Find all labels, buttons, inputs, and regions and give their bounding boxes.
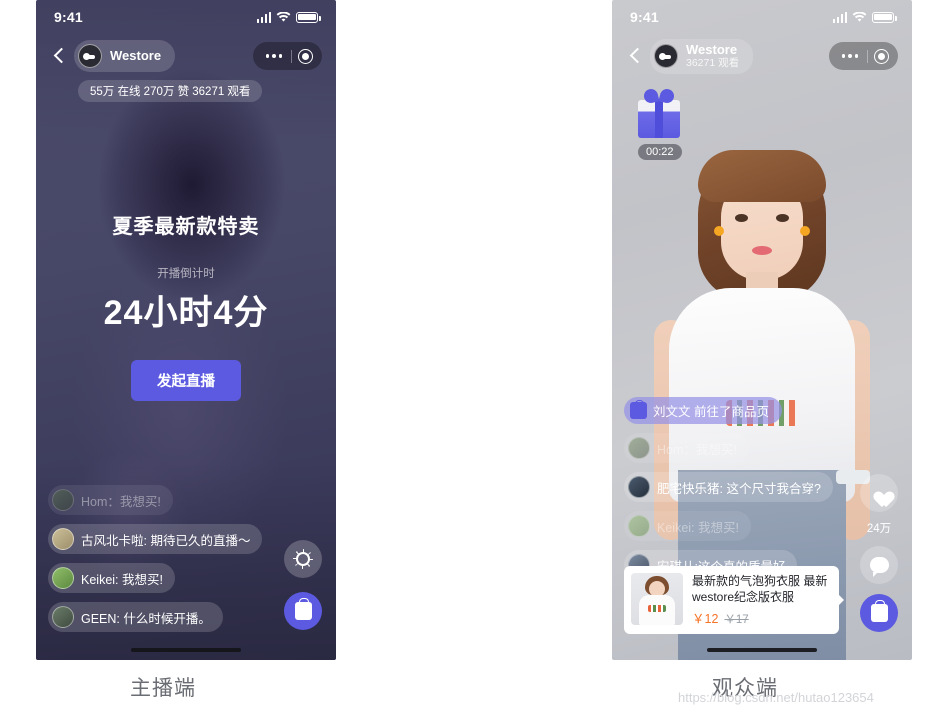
viewer-chat-list: 刘文文 前往了商品页 Hom：我想买! 肥宅快乐猪: 这个尺寸我合穿? Keik… (624, 397, 833, 580)
shopping-bag-icon (870, 600, 888, 622)
chat-text: 肥宅快乐猪: 这个尺寸我合穿? (657, 481, 821, 496)
countdown-value: 24小时4分 (103, 294, 269, 332)
host-action-rail (284, 540, 322, 630)
gift-box-icon (638, 100, 680, 138)
viewer-count: 36271 观看 (686, 57, 740, 70)
gift-bow-icon (644, 89, 674, 103)
back-chevron-icon[interactable] (50, 46, 70, 66)
gift-widget[interactable]: 00:22 (638, 100, 682, 160)
promo-title: 夏季最新款特卖 (112, 216, 260, 238)
host-top-actions (252, 42, 322, 70)
record-target-icon[interactable] (292, 43, 318, 69)
chat-text: 古风北卡啦: 期待已久的直播～ (81, 533, 251, 548)
settings-button[interactable] (284, 540, 322, 578)
westore-avatar-icon (78, 44, 102, 68)
chat-message[interactable]: Hom：我想买! (48, 485, 173, 515)
host-chat-list: Hom：我想买! 古风北卡啦: 期待已久的直播～ Keikei: 我想买! GE… (48, 485, 263, 632)
gift-timer: 00:22 (638, 144, 682, 160)
viewer-store-text: Westore 36271 观看 (686, 41, 740, 70)
chat-message[interactable]: GEEN: 什么时候开播。 (48, 602, 223, 632)
chat-avatar (628, 437, 650, 459)
wifi-icon (276, 11, 291, 22)
countdown-label: 开播倒计时 (157, 268, 215, 280)
screenshot-stage: https://blog.csdn.net/hutao123654 9:41 W (0, 0, 930, 720)
notice-text: 刘文文 前往了商品页 (653, 405, 769, 419)
host-status-bar: 9:41 (36, 0, 336, 34)
host-store-pill[interactable]: Westore (74, 40, 176, 72)
purple-bag-icon (630, 399, 647, 419)
host-store-text: Westore (110, 47, 162, 64)
watermark: https://blog.csdn.net/hutao123654 (678, 690, 874, 705)
chat-text: Keikei: 我想买! (81, 572, 163, 587)
like-count: 24万 (866, 523, 892, 535)
chat-text: Hom：我想买! (81, 494, 161, 509)
chat-message[interactable]: 古风北卡啦: 期待已久的直播～ (48, 524, 263, 554)
chat-avatar (628, 476, 650, 498)
product-price: ￥12 (692, 612, 719, 626)
chat-text: Hom：我想买! (657, 442, 737, 457)
viewer-action-rail: 24万 (860, 474, 898, 632)
chat-avatar (52, 528, 74, 550)
westore-avatar-icon (654, 44, 678, 68)
like-button[interactable] (860, 474, 898, 512)
chat-avatar (52, 567, 74, 589)
chat-message[interactable]: 肥宅快乐猪: 这个尺寸我合穿? (624, 472, 833, 502)
status-time: 9:41 (630, 9, 659, 25)
chat-message[interactable]: Hom：我想买! (624, 433, 749, 463)
signal-bars-icon (832, 11, 847, 23)
product-name: 最新款的气泡狗衣服 最新westore纪念版衣服 (692, 573, 828, 604)
product-original-price: ￥17 (724, 614, 749, 626)
viewer-status-bar: 9:41 (612, 0, 912, 34)
shop-button[interactable] (284, 592, 322, 630)
viewer-store-pill[interactable]: Westore 36271 观看 (650, 38, 754, 74)
shop-button[interactable] (860, 594, 898, 632)
host-stats-pill: 55万 在线 270万 赞 36271 观看 (78, 80, 263, 102)
chat-avatar (52, 489, 74, 511)
heart-icon (870, 485, 889, 502)
chat-avatar (628, 515, 650, 537)
viewer-topbar: Westore 36271 观看 (612, 38, 912, 74)
record-target-icon[interactable] (868, 43, 894, 69)
chevron-right-icon (838, 593, 844, 606)
host-topbar: Westore (36, 38, 336, 74)
shopping-bag-icon (294, 598, 312, 620)
product-card[interactable]: 最新款的气泡狗衣服 最新westore纪念版衣服 ￥12 ￥17 (624, 565, 844, 634)
store-name: Westore (686, 41, 738, 57)
chat-text: GEEN: 什么时候开播。 (81, 611, 211, 626)
signal-bars-icon (256, 11, 271, 23)
product-visit-notice: 刘文文 前往了商品页 (624, 397, 782, 424)
battery-icon (296, 11, 321, 23)
wifi-icon (852, 11, 867, 22)
viewer-top-actions (828, 42, 898, 70)
gear-icon (294, 550, 313, 569)
chat-text: Keikei: 我想买! (657, 520, 739, 535)
back-chevron-icon[interactable] (626, 46, 646, 66)
start-live-button[interactable]: 发起直播 (131, 360, 241, 401)
battery-icon (872, 11, 897, 23)
chat-message[interactable]: Keikei: 我想买! (48, 563, 175, 593)
home-indicator (707, 648, 817, 652)
product-thumbnail-icon (631, 572, 683, 625)
product-prices: ￥12 ￥17 (692, 608, 832, 627)
chat-message[interactable]: Keikei: 我想买! (624, 511, 751, 541)
viewer-phone-screen: 9:41 Westore 36271 观看 00:22 刘文文 前往了商品页 H… (612, 0, 912, 660)
host-phone-screen: 9:41 Westore 55万 在线 270万 赞 36271 观看 夏季最新… (36, 0, 336, 660)
host-center-panel: 夏季最新款特卖 开播倒计时 24小时4分 发起直播 (36, 210, 336, 401)
comment-button[interactable] (860, 546, 898, 584)
more-dots-icon[interactable] (833, 53, 868, 59)
more-dots-icon[interactable] (257, 53, 292, 59)
status-time: 9:41 (54, 9, 83, 25)
product-info: 最新款的气泡狗衣服 最新westore纪念版衣服 ￥12 ￥17 (692, 573, 832, 627)
status-icons (256, 11, 321, 23)
comment-bubble-icon (869, 557, 889, 577)
store-name: Westore (110, 47, 162, 63)
home-indicator (131, 648, 241, 652)
status-icons (832, 11, 897, 23)
chat-avatar (52, 606, 74, 628)
host-caption: 主播端 (130, 677, 196, 700)
